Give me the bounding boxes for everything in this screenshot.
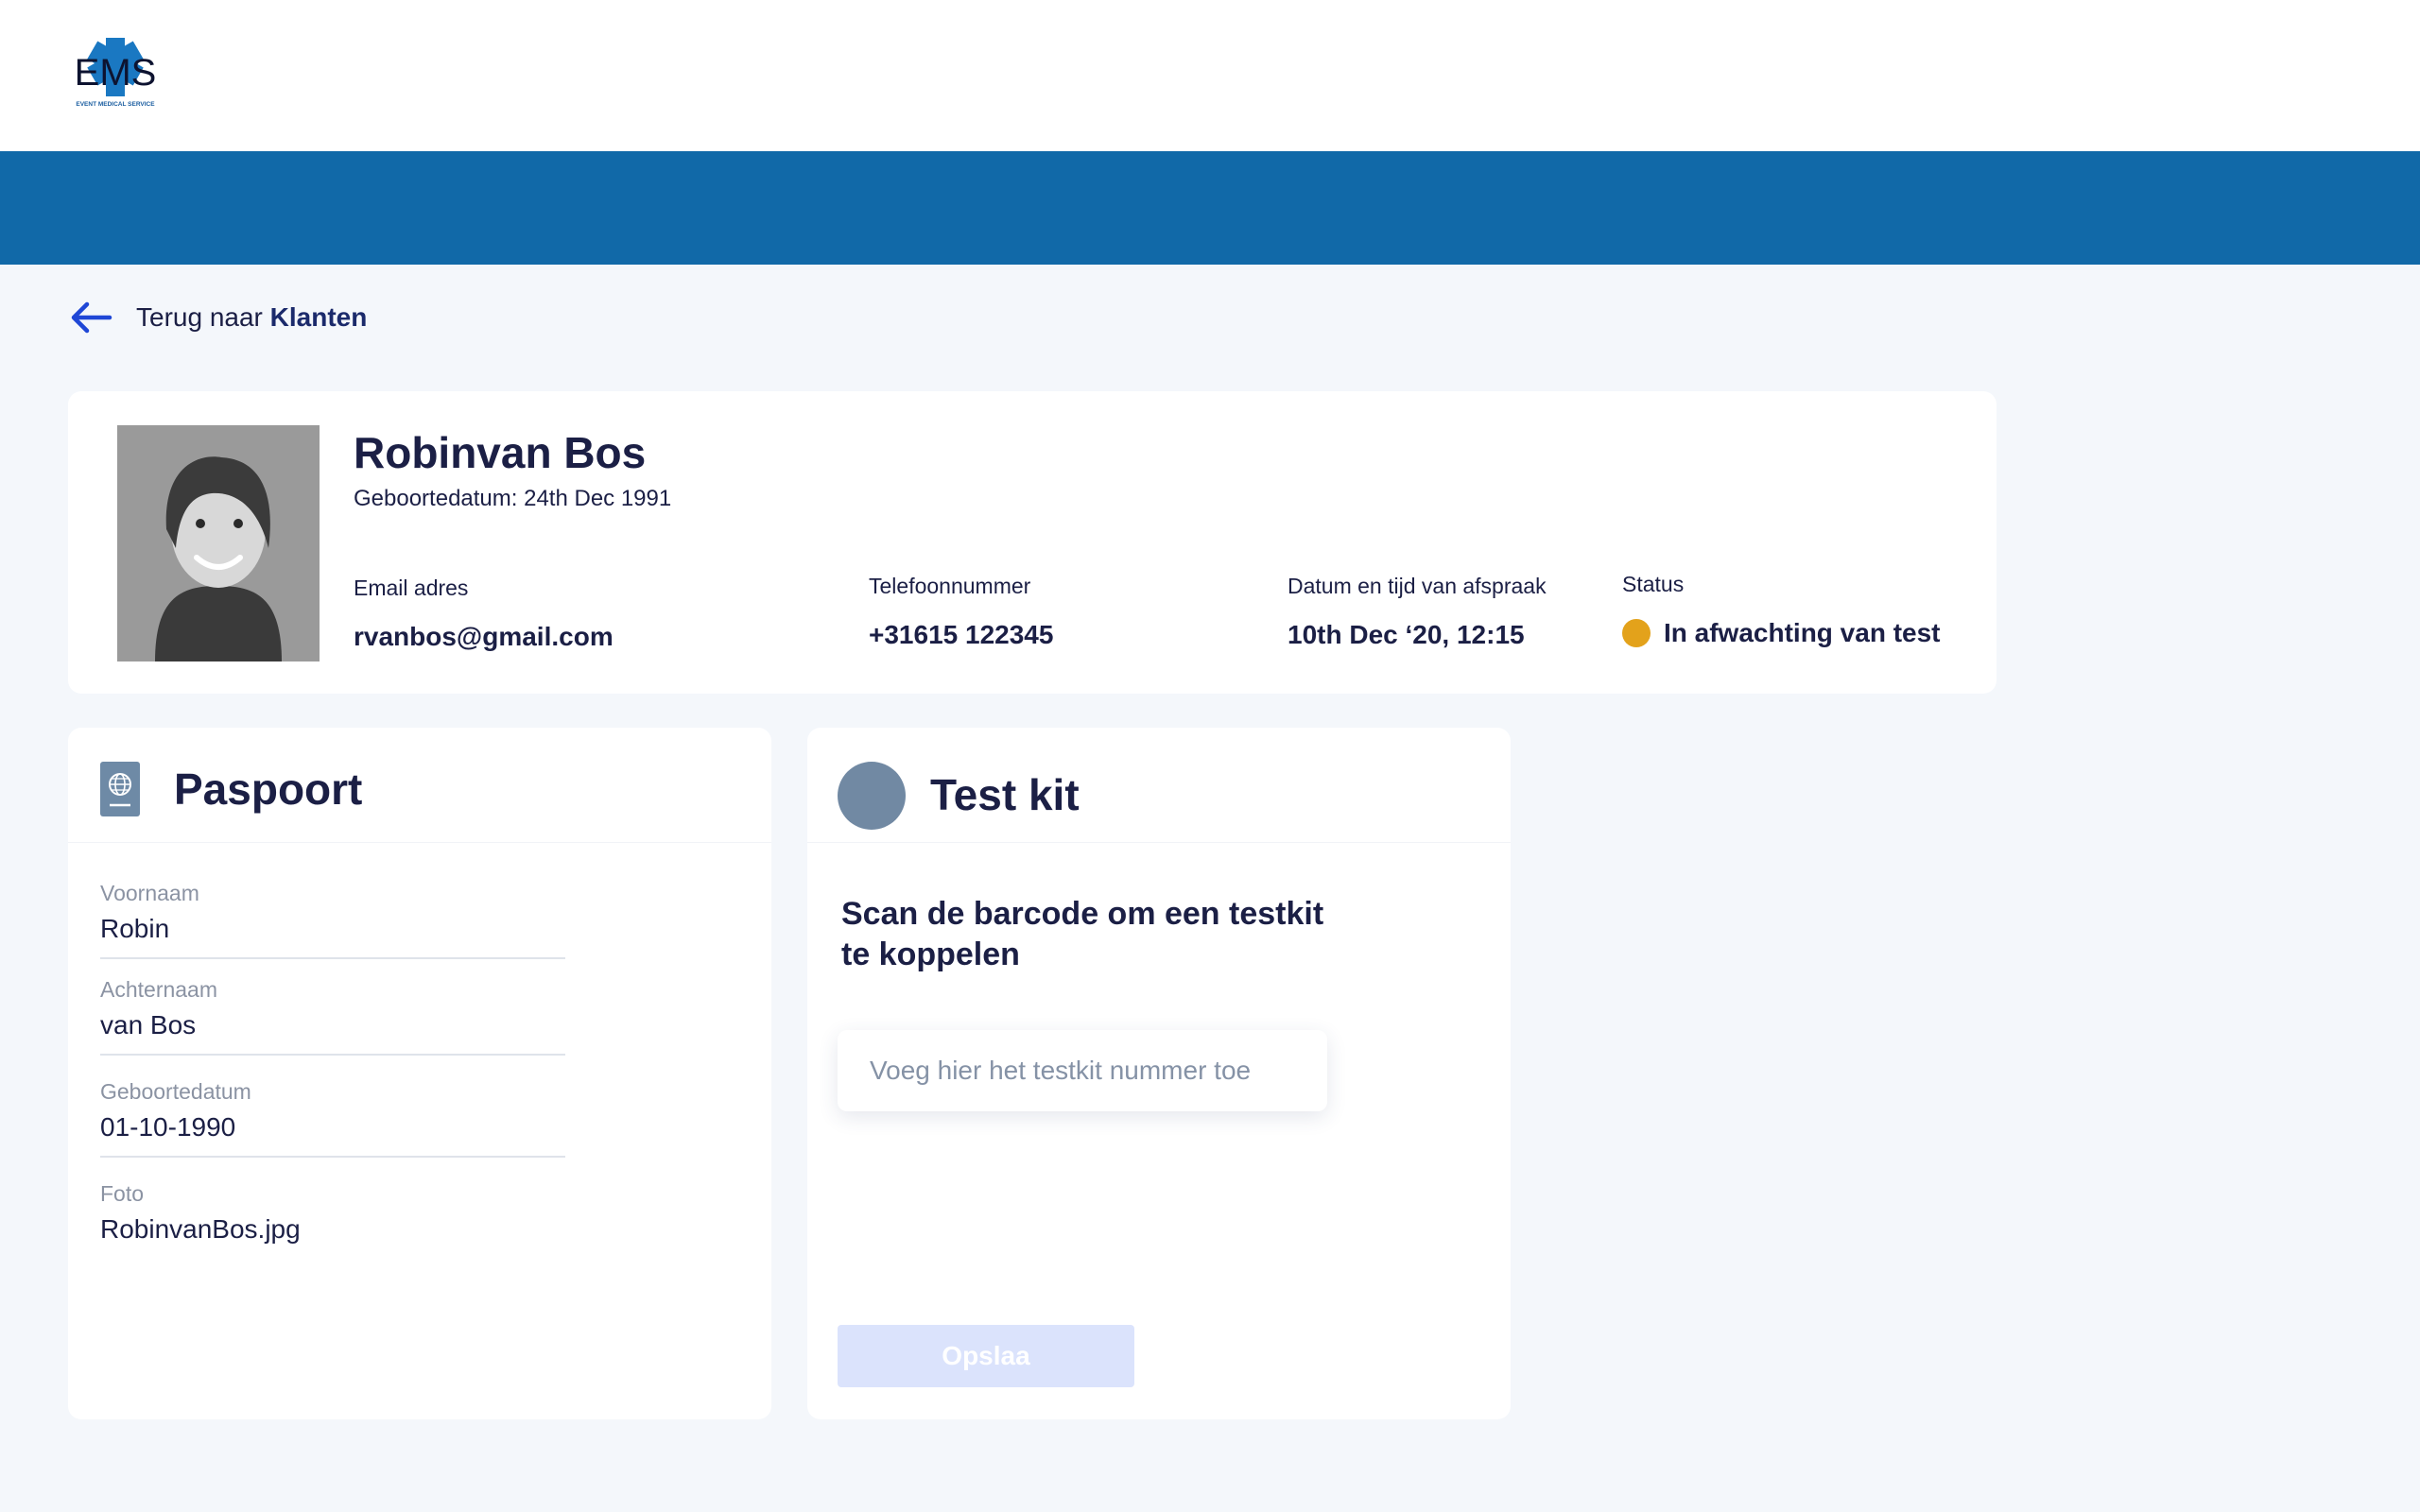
back-link-text: Terug naar Klanten [136,302,368,332]
back-to-clients-link[interactable]: Terug naar Klanten [68,295,367,340]
testkit-card-header: Test kit [807,728,1511,843]
field-last-name: Achternaam van Bos [100,977,565,1056]
status-value: In afwachting van test [1664,618,1941,647]
ems-logo[interactable]: EMS EVENT MEDICAL SERVICE [66,36,164,113]
testkit-number-input[interactable] [838,1030,1327,1111]
testkit-card: Test kit Scan de barcode om een testkit … [807,728,1511,1419]
status-badge: In afwachting van test [1622,618,1941,648]
svg-text:EVENT MEDICAL SERVICE: EVENT MEDICAL SERVICE [76,101,155,108]
client-birthdate: Geboortedatum: 24th Dec 1991 [354,486,672,511]
birthdate-label: Geboortedatum [100,1079,251,1104]
first-name-label: Voornaam [100,881,199,905]
field-first-name: Voornaam Robin [100,881,565,959]
last-name-label: Achternaam [100,977,218,1002]
client-photo [117,425,320,662]
passport-card-header: Paspoort [68,728,771,843]
passport-title: Paspoort [174,765,363,814]
save-button[interactable]: Opslaa [838,1325,1134,1387]
testkit-icon [838,762,906,830]
birthdate-value: 01-10-1990 [100,1112,236,1142]
last-name-value: van Bos [100,1010,197,1040]
appointment-info: Datum en tijd van afspraak 10th Dec ‘20,… [1288,574,1547,650]
testkit-title: Test kit [930,770,1080,819]
header-band [0,151,2420,265]
first-name-value: Robin [100,914,170,943]
photo-value: RobinvanBos.jpg [100,1214,301,1244]
status-dot-icon [1622,619,1651,647]
appointment-value: 10th Dec ‘20, 12:15 [1288,620,1525,649]
phone-value: +31615 122345 [869,620,1054,649]
passport-card: Paspoort Voornaam Robin Achternaam van B… [68,728,771,1419]
field-birthdate: Geboortedatum 01-10-1990 [100,1079,565,1158]
status-info: Status In afwachting van test [1622,572,1941,648]
email-value: rvanbos@gmail.com [354,622,614,651]
svg-text:EMS: EMS [75,52,157,94]
phone-label: Telefoonnummer [869,574,1031,598]
email-label: Email adres [354,576,469,600]
field-photo: Foto RobinvanBos.jpg [100,1181,565,1258]
email-info: Email adres rvanbos@gmail.com [354,576,614,652]
photo-label: Foto [100,1181,145,1206]
passport-icon [100,762,140,816]
appointment-label: Datum en tijd van afspraak [1288,574,1547,598]
top-bar: EMS EVENT MEDICAL SERVICE [0,0,2420,151]
client-profile-card: Robinvan Bos Geboortedatum: 24th Dec 199… [68,391,1996,694]
phone-info: Telefoonnummer +31615 122345 [869,574,1053,650]
client-name: Robinvan Bos [354,428,647,477]
status-label: Status [1622,572,1685,596]
testkit-instruction: Scan de barcode om een testkit te koppel… [841,896,1324,972]
arrow-left-icon [71,301,112,334]
